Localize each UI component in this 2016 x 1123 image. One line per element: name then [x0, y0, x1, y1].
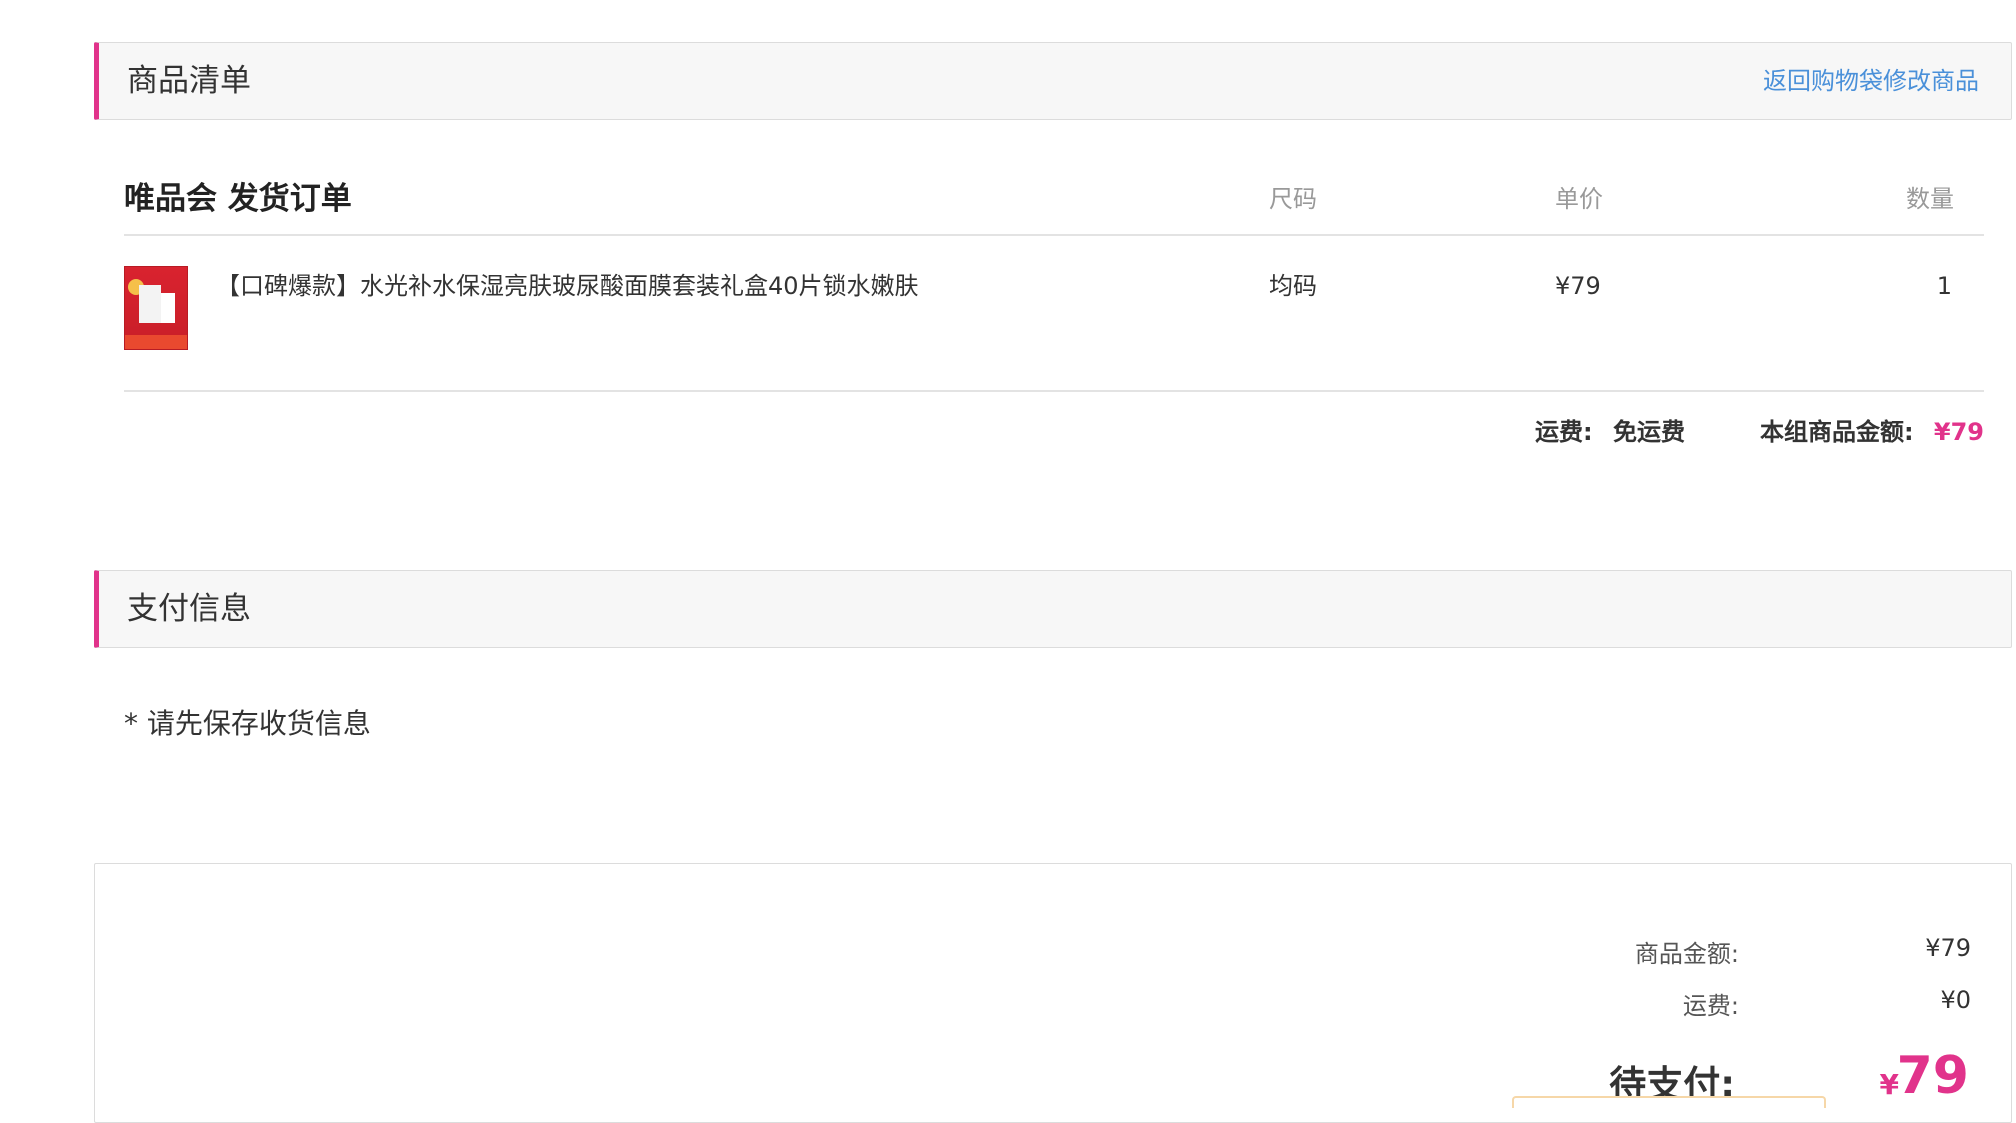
save-address-notice: * 请先保存收货信息 — [124, 707, 371, 740]
thumbnail-stripe — [125, 335, 187, 349]
goods-list-title: 商品清单 — [127, 63, 251, 99]
goods-amount-value: ¥79 — [1925, 934, 1971, 962]
order-title: 唯品会 发货订单 — [124, 181, 352, 217]
order-table-header: 唯品会 发货订单 尺码 单价 数量 — [124, 172, 1984, 236]
shipping-label: 运费: — [1535, 418, 1593, 446]
submit-order-button[interactable] — [1512, 1096, 1826, 1108]
group-total-value: ¥79 — [1933, 418, 1984, 446]
payment-info-header: 支付信息 — [94, 570, 2012, 648]
thumbnail-product-box — [161, 293, 175, 323]
product-price: ¥79 — [1555, 272, 1601, 300]
back-to-bag-link[interactable]: 返回购物袋修改商品 — [1763, 43, 1979, 119]
column-size: 尺码 — [1269, 185, 1317, 213]
product-size: 均码 — [1269, 272, 1317, 300]
amount-due-value: 79 — [1896, 1046, 1969, 1106]
order-item-row: 【口碑爆款】水光补水保湿亮肤玻尿酸面膜套装礼盒40片锁水嫩肤 均码 ¥79 1 — [124, 264, 1984, 392]
product-thumbnail[interactable] — [124, 266, 188, 350]
group-summary: 运费: 免运费 本组商品金额: ¥79 — [124, 412, 1984, 452]
product-name[interactable]: 【口碑爆款】水光补水保湿亮肤玻尿酸面膜套装礼盒40片锁水嫩肤 — [216, 264, 919, 308]
shipping-value: 免运费 — [1613, 418, 1685, 446]
payment-info-title: 支付信息 — [127, 591, 251, 627]
summary-shipping-value: ¥0 — [1940, 986, 1971, 1014]
summary-shipping-label: 运费: — [1682, 992, 1739, 1020]
goods-amount-label: 商品金额: — [1634, 940, 1739, 968]
group-total-label: 本组商品金额: — [1760, 418, 1914, 446]
column-unit-price: 单价 — [1555, 185, 1603, 213]
thumbnail-product-box — [139, 285, 161, 323]
order-summary-box: 商品金额: ¥79 运费: ¥0 待支付: ¥ 79 — [94, 863, 2012, 1123]
product-quantity: 1 — [1936, 272, 1952, 300]
column-quantity: 数量 — [1906, 185, 1954, 213]
goods-list-header: 商品清单 返回购物袋修改商品 — [94, 42, 2012, 120]
